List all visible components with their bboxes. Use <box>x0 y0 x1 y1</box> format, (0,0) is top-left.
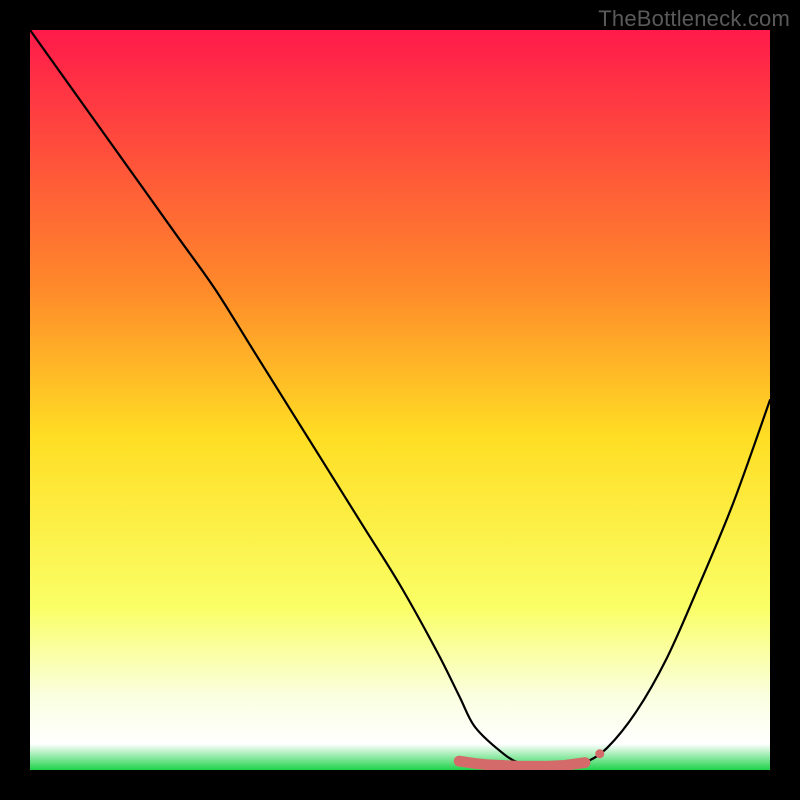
optimal-zone-end-dot <box>595 749 604 758</box>
watermark-text: TheBottleneck.com <box>598 6 790 32</box>
optimal-zone-band <box>459 761 585 766</box>
plot-area <box>30 30 770 770</box>
bottleneck-curve <box>30 30 770 767</box>
chart-container: TheBottleneck.com <box>0 0 800 800</box>
curve-layer <box>30 30 770 770</box>
optimal-zone-markers <box>459 749 604 766</box>
